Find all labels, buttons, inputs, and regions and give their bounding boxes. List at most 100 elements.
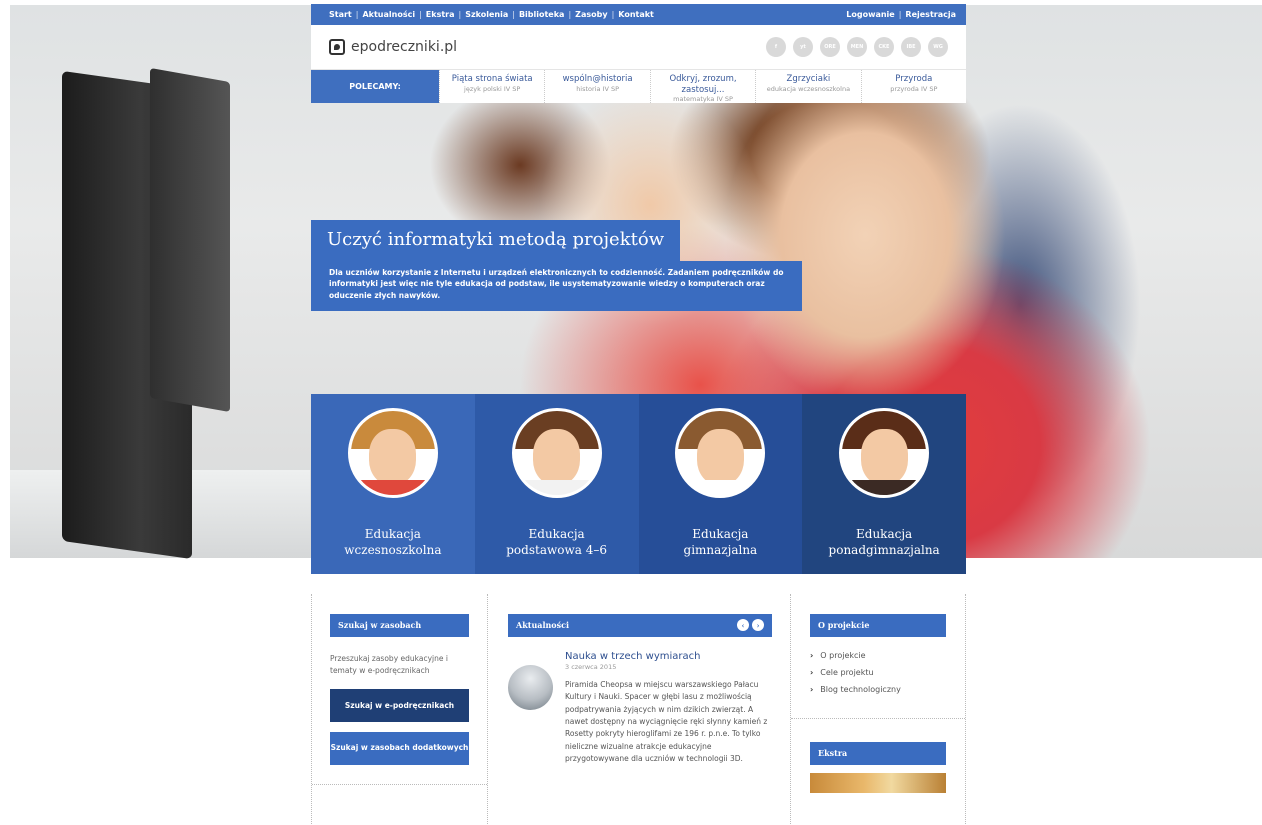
prev-arrow-icon[interactable]: ‹: [737, 619, 749, 632]
project-link[interactable]: › O projekcie: [810, 651, 946, 660]
news-item-body: Piramida Cheopsa w miejscu warszawskiego…: [565, 679, 768, 763]
project-box-header: O projekcie: [810, 613, 946, 637]
project-link[interactable]: › Cele projektu: [810, 668, 946, 677]
recommended-item[interactable]: Przyroda przyroda IV SP: [860, 70, 966, 103]
nav-biblioteka[interactable]: Biblioteka: [519, 10, 565, 19]
column-divider: [791, 717, 965, 719]
column-divider: [312, 783, 487, 785]
teen-avatar: [675, 407, 766, 498]
edu-tile-title: Edukacja ponadgimnazjalna: [829, 526, 940, 558]
nav-separator: |: [512, 10, 515, 19]
nav-start[interactable]: Start: [329, 10, 352, 19]
edu-title-line: Edukacja: [692, 526, 749, 541]
ore-icon[interactable]: ORE: [820, 37, 840, 57]
avatar-face: [696, 429, 744, 485]
recommended-item[interactable]: Odkryj, zrozum, zastosuj... matematyka I…: [649, 70, 755, 103]
recommended-bar: POLECAMY: Piąta strona świata język pols…: [311, 69, 966, 103]
logo-text: epodreczniki.pl: [351, 39, 458, 55]
child-avatar: [511, 407, 602, 498]
recommended-item[interactable]: Piąta strona świata język polski IV SP: [439, 70, 544, 103]
partner-icons: f yt ORE MEN CKE IBE WG: [766, 37, 948, 57]
recommended-item-title: wspóln@historia: [562, 74, 633, 84]
news-thumbnail[interactable]: [508, 664, 553, 710]
news-column: Aktualności ‹ › Nauka w trzech wymiarach…: [488, 593, 791, 824]
search-epodreczniki-button[interactable]: Szukaj w e-podręcznikach: [330, 688, 469, 722]
project-link-label: O projekcie: [820, 650, 866, 660]
avatar-shirt: [678, 479, 763, 495]
search-additional-resources-button[interactable]: Szukaj w zasobach dodatkowych: [330, 731, 469, 765]
edu-tile-gimnazjalna[interactable]: Edukacja gimnazjalna: [638, 393, 803, 574]
news-item-title[interactable]: Nauka w trzech wymiarach: [565, 651, 772, 662]
cke-icon[interactable]: CKE: [874, 37, 894, 57]
chevron-right-icon: ›: [810, 667, 814, 677]
next-arrow-icon[interactable]: ›: [752, 619, 764, 632]
nav-szkolenia[interactable]: Szkolenia: [465, 10, 508, 19]
nav-separator: |: [419, 10, 422, 19]
edu-tile-wczesnoszkolna[interactable]: Edukacja wczesnoszkolna: [311, 393, 475, 574]
edu-title-line: Edukacja: [528, 526, 585, 541]
project-link-label: Blog technologiczny: [820, 684, 901, 694]
nav-ekstra[interactable]: Ekstra: [426, 10, 455, 19]
top-nav: Start | Aktualności | Ekstra | Szkolenia…: [329, 10, 654, 19]
student-avatar: [839, 407, 930, 498]
edu-title-line: wczesnoszkolna: [344, 542, 442, 557]
news-item-content: Nauka w trzech wymiarach 3 czerwca 2015 …: [565, 651, 772, 766]
recommended-item[interactable]: wspóln@historia historia IV SP: [544, 70, 649, 103]
hero-lead: Dla uczniów korzystanie z Internetu i ur…: [311, 261, 802, 311]
auth-separator: |: [898, 10, 902, 19]
hero-headline[interactable]: Uczyć informatyki metodą projektów: [311, 220, 681, 261]
avatar-shirt: [350, 479, 435, 495]
news-pager: ‹ ›: [737, 619, 764, 632]
logo-icon: [329, 39, 345, 55]
youtube-icon[interactable]: yt: [793, 37, 813, 57]
avatar-face: [369, 429, 417, 485]
project-link[interactable]: › Blog technologiczny: [810, 685, 946, 694]
edu-tile-podstawowa[interactable]: Edukacja podstawowa 4–6: [474, 393, 639, 574]
nav-kontakt[interactable]: Kontakt: [618, 10, 654, 19]
nav-zasoby[interactable]: Zasoby: [575, 10, 607, 19]
project-link-label: Cele projektu: [820, 667, 874, 677]
edu-title-line: Edukacja: [364, 526, 421, 541]
nav-separator: |: [568, 10, 572, 19]
recommended-item-title: Piąta strona świata: [451, 74, 533, 84]
register-link[interactable]: Rejestracja: [905, 10, 956, 19]
edu-tile-ponadgimnazjalna[interactable]: Edukacja ponadgimnazjalna: [802, 393, 966, 574]
nav-separator: |: [611, 10, 615, 19]
recommended-item-subtitle: historia IV SP: [576, 84, 620, 93]
avatar-face: [860, 429, 908, 485]
facebook-icon[interactable]: f: [766, 37, 786, 57]
chevron-right-icon: ›: [810, 684, 814, 694]
recommended-item-subtitle: edukacja wczesnoszkolna: [766, 84, 851, 93]
search-column: Szukaj w zasobach Przeszukaj zasoby eduk…: [311, 593, 488, 824]
edu-spacer: [311, 311, 966, 394]
news-item: Nauka w trzech wymiarach 3 czerwca 2015 …: [508, 651, 772, 766]
auth-links: Logowanie | Rejestracja: [846, 10, 956, 19]
wg-icon[interactable]: WG: [928, 37, 948, 57]
men-icon[interactable]: MEN: [847, 37, 867, 57]
top-bar: Start | Aktualności | Ekstra | Szkolenia…: [311, 4, 966, 25]
recommended-item-title: Przyroda: [895, 74, 933, 84]
edu-tile-title: Edukacja gimnazjalna: [684, 526, 758, 558]
site-logo[interactable]: epodreczniki.pl: [329, 39, 457, 55]
login-link[interactable]: Logowanie: [846, 10, 894, 19]
extra-box-title: Ekstra: [818, 748, 848, 759]
avatar-shirt: [842, 479, 927, 495]
news-box-header: Aktualności ‹ ›: [508, 613, 772, 637]
recommended-item-subtitle: przyroda IV SP: [890, 84, 938, 93]
extra-box-header: Ekstra: [810, 741, 946, 765]
edu-title-line: Edukacja: [856, 526, 913, 541]
content-columns: Szukaj w zasobach Przeszukaj zasoby eduk…: [311, 593, 966, 824]
edu-title-line: ponadgimnazjalna: [828, 542, 940, 557]
edu-title-line: gimnazjalna: [683, 542, 758, 557]
edu-title-line: podstawowa 4–6: [506, 542, 607, 557]
extra-image[interactable]: [810, 772, 946, 793]
project-column: O projekcie › O projekcie › Cele projekt…: [791, 593, 966, 824]
ibe-icon[interactable]: IBE: [901, 37, 921, 57]
avatar-shirt: [514, 479, 599, 495]
nav-aktualnosci[interactable]: Aktualności: [362, 10, 415, 19]
edu-tile-title: Edukacja wczesnoszkolna: [344, 526, 441, 558]
recommended-item[interactable]: Zgrzyciaki edukacja wczesnoszkolna: [755, 70, 860, 103]
news-item-date: 3 czerwca 2015: [565, 662, 617, 671]
search-box-header: Szukaj w zasobach: [330, 613, 469, 637]
hero-spacer: [311, 103, 966, 220]
